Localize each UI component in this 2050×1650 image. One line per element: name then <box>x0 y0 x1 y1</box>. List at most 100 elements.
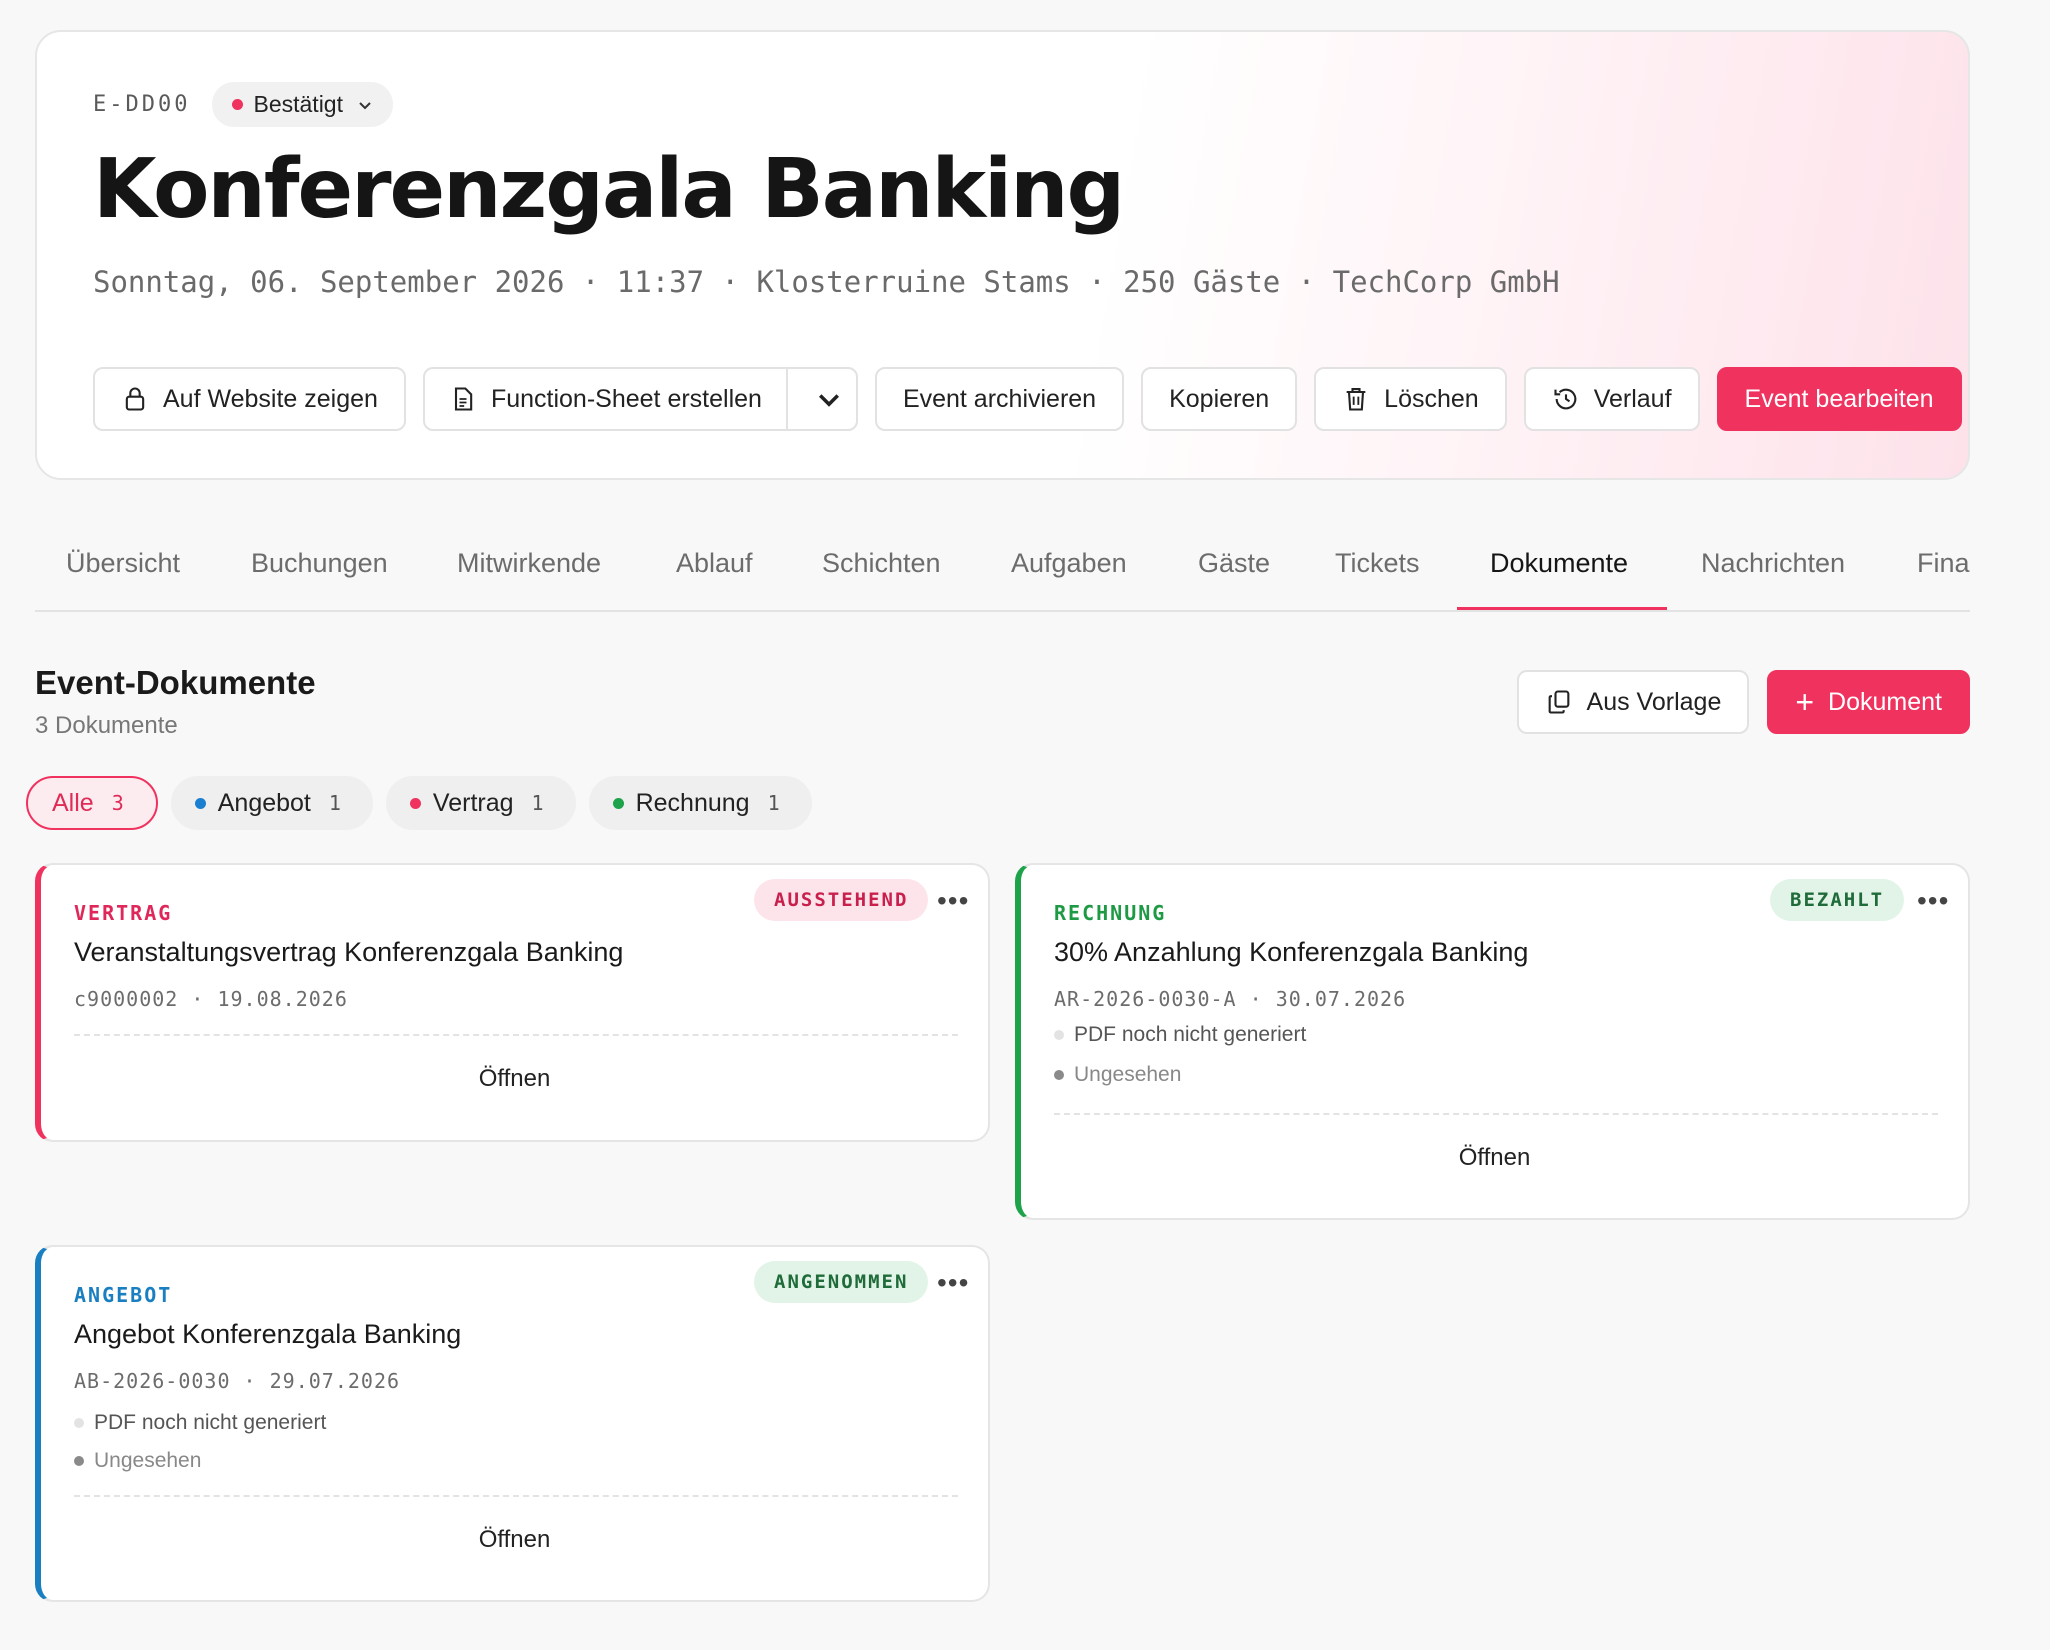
document-type: VERTRAG <box>74 901 173 925</box>
pdf-status-dot-icon <box>74 1418 84 1428</box>
function-sheet-button[interactable]: Function-Sheet erstellen <box>425 369 788 429</box>
history-label: Verlauf <box>1593 384 1672 413</box>
status-dropdown[interactable]: Bestätigt <box>212 82 393 127</box>
function-sheet-label: Function-Sheet erstellen <box>490 384 762 413</box>
pdf-status-label: PDF noch nicht generiert <box>94 1411 327 1434</box>
more-options-icon[interactable]: ••• <box>1917 885 1949 917</box>
document-name: Veranstaltungsvertrag Konferenzgala Bank… <box>74 937 624 967</box>
event-header-top: E-DD00 Bestätigt <box>93 82 393 127</box>
status-badge: ANGENOMMEN <box>754 1261 929 1303</box>
event-meta: Sonntag, 06. September 2026 · 11:37 · Kl… <box>93 265 1560 299</box>
seen-status-dot-icon <box>1054 1070 1064 1080</box>
filter-count: 1 <box>531 791 544 815</box>
tab-documents[interactable]: Dokumente <box>1490 548 1628 579</box>
chevron-down-icon <box>818 394 839 407</box>
document-type: RECHNUNG <box>1054 901 1167 925</box>
active-tab-indicator <box>1457 607 1667 610</box>
event-id: E-DD00 <box>93 92 191 117</box>
lock-icon <box>125 387 145 411</box>
document-meta: AR-2026-0030-A · 30.07.2026 <box>1054 987 1407 1011</box>
copy-template-icon <box>1548 690 1569 714</box>
section-actions: Aus Vorlage + Dokument <box>1516 670 1970 734</box>
tab-finance[interactable]: Finanzen <box>1917 548 1970 579</box>
show-on-website-button[interactable]: Auf Website zeigen <box>93 367 406 431</box>
filter-invoice[interactable]: Rechnung 1 <box>588 776 812 830</box>
function-sheet-dropdown-toggle[interactable] <box>802 369 856 429</box>
copy-event-button[interactable]: Kopieren <box>1141 367 1298 431</box>
history-button[interactable]: Verlauf <box>1523 367 1700 431</box>
card-divider <box>74 1034 958 1036</box>
contract-dot-icon <box>409 797 421 809</box>
status-label: Bestätigt <box>253 91 343 117</box>
filter-contract[interactable]: Vertrag 1 <box>385 776 576 830</box>
pdf-status: PDF noch nicht generiert <box>1054 1023 1306 1047</box>
more-options-icon[interactable]: ••• <box>937 1267 969 1299</box>
document-meta: AB-2026-0030 · 29.07.2026 <box>74 1369 401 1393</box>
edit-event-label: Event bearbeiten <box>1744 384 1934 413</box>
open-document-button[interactable]: Öffnen <box>41 1526 988 1554</box>
delete-event-label: Löschen <box>1384 384 1479 413</box>
invoice-dot-icon <box>612 797 624 809</box>
document-card-invoice[interactable]: RECHNUNG BEZAHLT ••• 30% Anzahlung Konfe… <box>1015 863 1970 1220</box>
seen-status: Ungesehen <box>1054 1063 1181 1087</box>
document-icon <box>454 387 473 411</box>
section-title: Event-Dokumente <box>35 664 316 701</box>
add-document-button[interactable]: + Dokument <box>1767 670 1970 734</box>
event-header-card: E-DD00 Bestätigt Konferenzgala Banking S… <box>35 30 1970 480</box>
function-sheet-split-button: Function-Sheet erstellen <box>422 367 858 431</box>
plus-icon: + <box>1795 684 1815 720</box>
status-badge: BEZAHLT <box>1770 879 1905 921</box>
tab-overview[interactable]: Übersicht <box>66 548 180 579</box>
tab-shifts[interactable]: Schichten <box>822 548 941 579</box>
document-meta: c9000002 · 19.08.2026 <box>74 987 348 1011</box>
pdf-status-dot-icon <box>1054 1030 1064 1040</box>
archive-event-button[interactable]: Event archivieren <box>874 367 1125 431</box>
document-card-offer[interactable]: ANGEBOT ANGENOMMEN ••• Angebot Konferenz… <box>35 1245 990 1602</box>
tab-tasks[interactable]: Aufgaben <box>1011 548 1127 579</box>
trash-icon <box>1346 388 1366 411</box>
tab-contributors[interactable]: Mitwirkende <box>457 548 601 579</box>
add-document-label: Dokument <box>1828 687 1942 716</box>
from-template-button[interactable]: Aus Vorlage <box>1516 670 1750 734</box>
event-title: Konferenzgala Banking <box>93 142 1125 237</box>
document-filters: Alle 3 Angebot 1 Vertrag 1 Rechnung 1 <box>26 776 812 830</box>
offer-dot-icon <box>194 797 206 809</box>
delete-event-button[interactable]: Löschen <box>1314 367 1507 431</box>
seen-status-label: Ungesehen <box>94 1449 202 1472</box>
filter-offer[interactable]: Angebot 1 <box>170 776 373 830</box>
event-tabs: Übersicht Buchungen Mitwirkende Ablauf S… <box>35 530 1970 612</box>
filter-count: 1 <box>328 791 341 815</box>
filter-count: 3 <box>111 791 124 815</box>
tab-tickets[interactable]: Tickets <box>1335 548 1420 579</box>
document-count: 3 Dokumente <box>35 712 178 739</box>
document-type: ANGEBOT <box>74 1283 173 1307</box>
card-divider <box>74 1495 958 1497</box>
tab-bookings[interactable]: Buchungen <box>251 548 388 579</box>
edit-event-button[interactable]: Event bearbeiten <box>1716 367 1962 431</box>
seen-status: Ungesehen <box>74 1449 201 1473</box>
filter-all[interactable]: Alle 3 <box>26 776 158 830</box>
show-on-website-label: Auf Website zeigen <box>163 384 378 413</box>
status-badge: AUSSTEHEND <box>754 879 929 921</box>
document-card-contract[interactable]: VERTRAG AUSSTEHEND ••• Veranstaltungsver… <box>35 863 990 1142</box>
tab-guests[interactable]: Gäste <box>1198 548 1270 579</box>
history-icon <box>1554 388 1577 410</box>
filter-label: Alle <box>52 788 94 817</box>
status-dot-icon <box>232 99 244 110</box>
pdf-status: PDF noch nicht generiert <box>74 1411 326 1435</box>
seen-status-label: Ungesehen <box>1074 1063 1182 1086</box>
pdf-status-label: PDF noch nicht generiert <box>1074 1023 1307 1046</box>
open-document-button[interactable]: Öffnen <box>1021 1144 1968 1172</box>
event-actions: Auf Website zeigen Function-Sheet erstel… <box>93 367 1962 431</box>
chevron-down-icon <box>359 101 371 109</box>
tab-schedule[interactable]: Ablauf <box>676 548 753 579</box>
from-template-label: Aus Vorlage <box>1586 687 1722 716</box>
more-options-icon[interactable]: ••• <box>937 885 969 917</box>
tab-messages[interactable]: Nachrichten <box>1701 548 1845 579</box>
archive-event-label: Event archivieren <box>902 384 1097 413</box>
filter-count: 1 <box>767 791 780 815</box>
open-document-button[interactable]: Öffnen <box>41 1065 988 1093</box>
filter-label: Angebot <box>217 788 311 817</box>
seen-status-dot-icon <box>74 1456 84 1466</box>
filter-label: Rechnung <box>635 788 750 817</box>
